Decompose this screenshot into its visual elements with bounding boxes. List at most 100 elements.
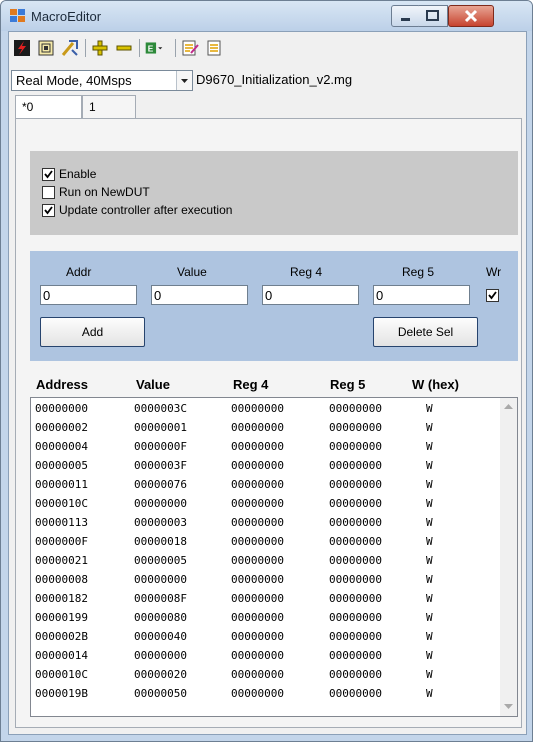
tab-1[interactable]: 1: [82, 95, 136, 120]
add-button[interactable]: Add: [40, 317, 145, 347]
reg5-cell: 00000000: [329, 497, 382, 510]
dropdown-arrow-button[interactable]: [176, 71, 192, 90]
addr-input[interactable]: 0: [40, 285, 137, 305]
table-row[interactable]: 00000011 00000076 00000000 00000000 W: [31, 474, 501, 493]
close-icon: [464, 9, 478, 23]
delete-selected-button[interactable]: Delete Sel: [373, 317, 478, 347]
tab-0[interactable]: *0: [15, 95, 82, 120]
address-cell: 00000021: [35, 554, 88, 567]
reg5-cell: 00000000: [329, 478, 382, 491]
w-cell: W: [426, 535, 433, 548]
reg4-cell: 00000000: [231, 421, 284, 434]
reg5-header: Reg 5: [402, 265, 435, 279]
grid-icon[interactable]: [37, 39, 55, 57]
value-input[interactable]: 0: [151, 285, 248, 305]
update-controller-label: Update controller after execution: [59, 203, 233, 217]
window-title: MacroEditor: [31, 9, 102, 24]
table-row[interactable]: 00000008 00000000 00000000 00000000 W: [31, 569, 501, 588]
address-cell: 0000002B: [35, 630, 88, 643]
reg4-cell: 00000000: [231, 649, 284, 662]
w-cell: W: [426, 497, 433, 510]
reg4-cell: 00000000: [231, 630, 284, 643]
reg5-cell: 00000000: [329, 611, 382, 624]
toolbar-separator: [175, 39, 176, 57]
mode-dropdown[interactable]: Real Mode, 40Msps: [11, 70, 193, 91]
reg5-cell: 00000000: [329, 687, 382, 700]
vertical-scrollbar[interactable]: [500, 398, 517, 716]
title-bar[interactable]: MacroEditor: [1, 1, 532, 31]
w-cell: W: [426, 554, 433, 567]
reg4-cell: 00000000: [231, 611, 284, 624]
reg4-input[interactable]: 0: [262, 285, 359, 305]
maximize-icon: [426, 10, 439, 21]
table-row[interactable]: 00000113 00000003 00000000 00000000 W: [31, 512, 501, 531]
reg4-cell: 00000000: [231, 535, 284, 548]
minus-icon[interactable]: [115, 39, 133, 57]
value-cell: 00000003: [134, 516, 187, 529]
table-row[interactable]: 0000019B 00000050 00000000 00000000 W: [31, 683, 501, 702]
reg4-header: Reg 4: [290, 265, 323, 279]
w-cell: W: [426, 592, 433, 605]
table-row[interactable]: 00000005 0000003F 00000000 00000000 W: [31, 455, 501, 474]
export-dropdown-icon[interactable]: E: [145, 39, 163, 57]
edit-doc-icon[interactable]: [181, 39, 199, 57]
address-cell: 0000010C: [35, 497, 88, 510]
table-row[interactable]: 0000000F 00000018 00000000 00000000 W: [31, 531, 501, 550]
table-row[interactable]: 00000002 00000001 00000000 00000000 W: [31, 417, 501, 436]
list-header-reg4: Reg 4: [233, 377, 269, 392]
options-panel: Enable Run on NewDUT Update controller a…: [30, 151, 518, 235]
w-cell: W: [426, 402, 433, 415]
address-cell: 00000008: [35, 573, 88, 586]
value-cell: 00000050: [134, 687, 187, 700]
reg5-cell: 00000000: [329, 402, 382, 415]
minimize-button[interactable]: [391, 5, 421, 27]
write-checkbox[interactable]: [486, 289, 499, 302]
reg5-cell: 00000000: [329, 592, 382, 605]
table-row[interactable]: 00000182 0000008F 00000000 00000000 W: [31, 588, 501, 607]
toolbar-separator: [85, 39, 86, 57]
table-row[interactable]: 00000199 00000080 00000000 00000000 W: [31, 607, 501, 626]
reg4-cell: 00000000: [231, 402, 284, 415]
register-list[interactable]: 00000000 0000003C 00000000 00000000 W 0000000…: [30, 397, 518, 717]
maximize-button[interactable]: [419, 5, 448, 27]
scroll-down-icon[interactable]: [504, 704, 513, 710]
table-row[interactable]: 00000021 00000005 00000000 00000000 W: [31, 550, 501, 569]
macro-editor-window: MacroEditor E Real Mode, 40Msps D9670_In…: [0, 0, 533, 742]
wand-icon[interactable]: [61, 39, 79, 57]
update-controller-checkbox[interactable]: [42, 204, 55, 217]
w-cell: W: [426, 440, 433, 453]
reg5-cell: 00000000: [329, 668, 382, 681]
run-on-newdut-label: Run on NewDUT: [59, 185, 150, 199]
w-cell: W: [426, 668, 433, 681]
value-cell: 0000008F: [134, 592, 187, 605]
reg4-cell: 00000000: [231, 459, 284, 472]
reg5-cell: 00000000: [329, 535, 382, 548]
table-row[interactable]: 00000014 00000000 00000000 00000000 W: [31, 645, 501, 664]
reg4-cell: 00000000: [231, 573, 284, 586]
close-button[interactable]: [448, 5, 494, 27]
svg-text:E: E: [148, 43, 154, 53]
lightning-icon[interactable]: [13, 39, 31, 57]
table-row[interactable]: 0000010C 00000020 00000000 00000000 W: [31, 664, 501, 683]
register-entry-panel: Addr Value Reg 4 Reg 5 Wr 0 0 0 0 Add De…: [30, 251, 518, 361]
doc-icon[interactable]: [205, 39, 223, 57]
run-on-newdut-checkbox[interactable]: [42, 186, 55, 199]
value-cell: 00000080: [134, 611, 187, 624]
table-row[interactable]: 0000002B 00000040 00000000 00000000 W: [31, 626, 501, 645]
table-row[interactable]: 00000000 0000003C 00000000 00000000 W: [31, 398, 501, 417]
reg5-input[interactable]: 0: [373, 285, 470, 305]
value-header: Value: [177, 265, 207, 279]
plus-icon[interactable]: [91, 39, 109, 57]
address-cell: 00000000: [35, 402, 88, 415]
toolbar: E: [9, 32, 526, 62]
value-cell: 00000000: [134, 497, 187, 510]
table-row[interactable]: 00000004 0000000F 00000000 00000000 W: [31, 436, 501, 455]
reg4-cell: 00000000: [231, 687, 284, 700]
enable-checkbox[interactable]: [42, 168, 55, 181]
chevron-down-icon: [181, 79, 188, 83]
tab-label: *0: [22, 100, 34, 114]
addr-header: Addr: [66, 265, 92, 279]
scroll-up-icon[interactable]: [504, 404, 513, 410]
reg4-cell: 00000000: [231, 497, 284, 510]
table-row[interactable]: 0000010C 00000000 00000000 00000000 W: [31, 493, 501, 512]
